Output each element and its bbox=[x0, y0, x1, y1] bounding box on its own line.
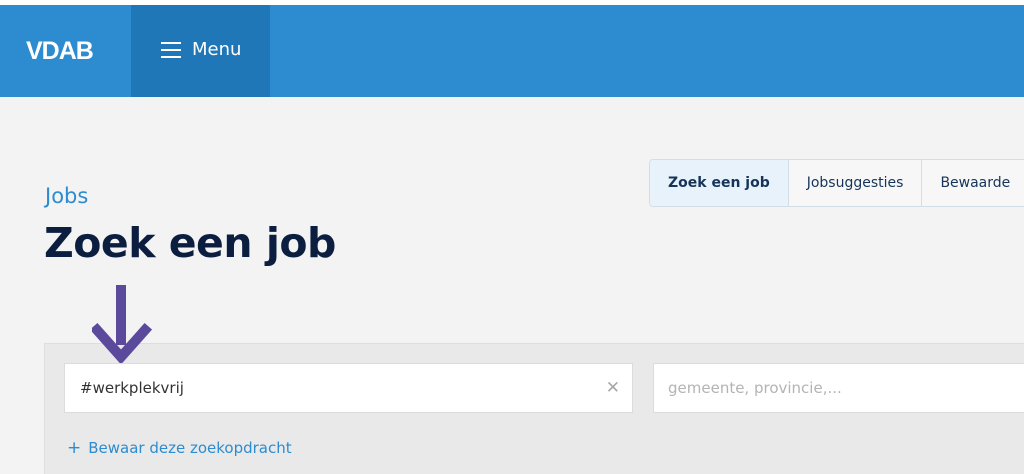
location-search-box bbox=[653, 363, 1024, 413]
close-icon[interactable]: ✕ bbox=[606, 378, 620, 398]
menu-button[interactable]: Menu bbox=[131, 5, 270, 97]
tab-jobsuggesties[interactable]: Jobsuggesties bbox=[789, 160, 923, 206]
save-search-link[interactable]: + Bewaar deze zoekopdracht bbox=[67, 438, 292, 458]
vdab-logo[interactable]: VDAB bbox=[26, 37, 94, 66]
breadcrumb[interactable]: Jobs bbox=[45, 184, 88, 208]
hamburger-icon bbox=[161, 42, 181, 58]
tab-bewaarde[interactable]: Bewaarde bbox=[922, 160, 1024, 206]
menu-label: Menu bbox=[192, 39, 242, 60]
site-header: VDAB Menu bbox=[0, 5, 1024, 97]
page-title: Zoek een job bbox=[44, 219, 336, 267]
arrow-down-icon bbox=[92, 285, 152, 365]
tab-zoek-een-job[interactable]: Zoek een job bbox=[650, 160, 789, 206]
job-tabs: Zoek een job Jobsuggesties Bewaarde bbox=[649, 159, 1024, 207]
plus-icon: + bbox=[67, 438, 82, 458]
keyword-search-box: ✕ bbox=[64, 363, 633, 413]
save-search-label: Bewaar deze zoekopdracht bbox=[88, 439, 292, 457]
search-input[interactable] bbox=[65, 364, 600, 412]
location-input[interactable] bbox=[654, 364, 1024, 412]
